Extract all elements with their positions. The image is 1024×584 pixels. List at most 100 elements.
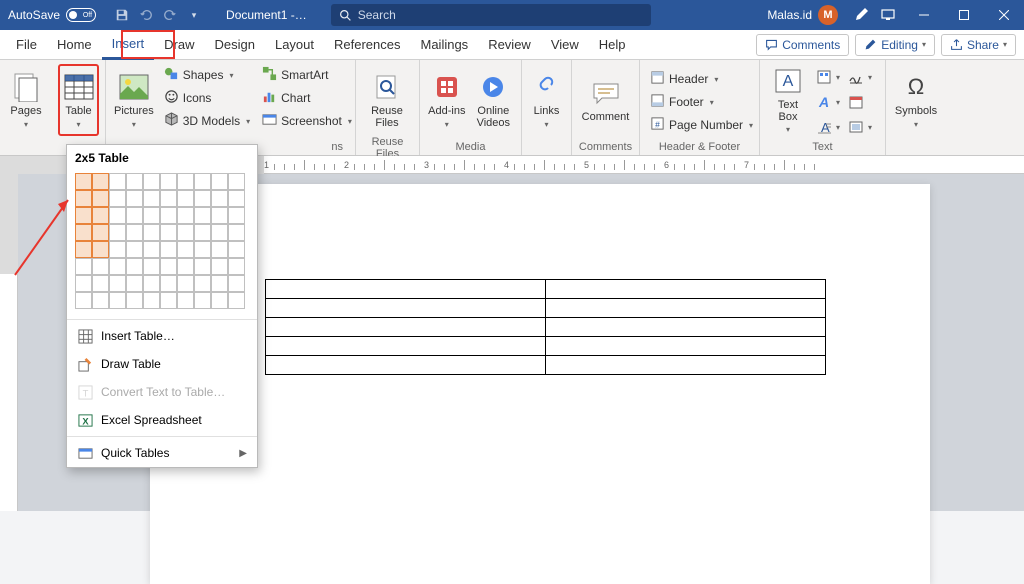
grid-cell[interactable] [143,224,160,241]
grid-cell[interactable] [160,173,177,190]
grid-cell[interactable] [194,275,211,292]
grid-cell[interactable] [75,173,92,190]
save-icon[interactable] [112,5,132,25]
tab-layout[interactable]: Layout [265,30,324,60]
table-button[interactable]: Table▾ [58,64,99,136]
grid-cell[interactable] [75,258,92,275]
grid-cell[interactable] [126,207,143,224]
grid-cell[interactable] [177,292,194,309]
grid-cell[interactable] [109,258,126,275]
tab-design[interactable]: Design [205,30,265,60]
grid-cell[interactable] [177,224,194,241]
grid-cell[interactable] [228,173,245,190]
text-box-button[interactable]: A Text Box▾ [766,64,810,136]
grid-cell[interactable] [211,292,228,309]
grid-cell[interactable] [228,275,245,292]
grid-cell[interactable] [194,224,211,241]
document-page[interactable] [150,184,930,584]
screenshot-button[interactable]: Screenshot▾ [258,110,356,132]
grid-cell[interactable] [211,258,228,275]
table-size-grid[interactable] [67,171,257,317]
grid-cell[interactable] [109,292,126,309]
grid-cell[interactable] [126,292,143,309]
grid-cell[interactable] [75,292,92,309]
grid-cell[interactable] [75,224,92,241]
grid-cell[interactable] [75,207,92,224]
grid-cell[interactable] [109,173,126,190]
tab-home[interactable]: Home [47,30,102,60]
grid-cell[interactable] [143,258,160,275]
grid-cell[interactable] [109,224,126,241]
grid-cell[interactable] [143,207,160,224]
table-row[interactable] [266,280,826,299]
grid-cell[interactable] [177,173,194,190]
maximize-button[interactable] [944,0,984,30]
excel-spreadsheet-menuitem[interactable]: XExcel Spreadsheet [67,406,257,434]
grid-cell[interactable] [177,258,194,275]
tab-file[interactable]: File [6,30,47,60]
redo-icon[interactable] [160,5,180,25]
grid-cell[interactable] [194,173,211,190]
grid-cell[interactable] [143,241,160,258]
comments-button[interactable]: Comments [756,34,849,56]
grid-cell[interactable] [126,241,143,258]
object-button[interactable]: ▾ [846,116,874,138]
grid-cell[interactable] [228,207,245,224]
drop-cap-button[interactable]: A▾ [814,116,842,138]
close-button[interactable] [984,0,1024,30]
online-videos-button[interactable]: Online Videos [472,64,515,136]
grid-cell[interactable] [228,190,245,207]
table-row[interactable] [266,356,826,375]
grid-cell[interactable] [211,207,228,224]
grid-cell[interactable] [160,207,177,224]
grid-cell[interactable] [160,241,177,258]
links-button[interactable]: Links▾ [528,64,565,136]
reuse-files-button[interactable]: Reuse Files [362,64,412,136]
grid-cell[interactable] [92,241,109,258]
grid-cell[interactable] [126,275,143,292]
grid-cell[interactable] [177,241,194,258]
grid-cell[interactable] [126,190,143,207]
insert-table-menuitem[interactable]: Insert Table… [67,322,257,350]
grid-cell[interactable] [75,241,92,258]
grid-cell[interactable] [177,275,194,292]
grid-cell[interactable] [126,173,143,190]
user-account[interactable]: Malas.id M [759,5,846,25]
tab-help[interactable]: Help [589,30,636,60]
smartart-button[interactable]: SmartArt [258,64,356,86]
grid-cell[interactable] [194,292,211,309]
grid-cell[interactable] [92,275,109,292]
comment-button[interactable]: Comment [578,64,633,136]
inserted-table[interactable] [265,279,826,375]
tab-insert[interactable]: Insert [102,30,155,60]
undo-icon[interactable] [136,5,156,25]
tab-mailings[interactable]: Mailings [411,30,479,60]
grid-cell[interactable] [109,275,126,292]
pages-button[interactable]: Pages▾ [6,64,46,136]
minimize-button[interactable] [904,0,944,30]
grid-cell[interactable] [194,258,211,275]
grid-cell[interactable] [75,275,92,292]
grid-cell[interactable] [75,190,92,207]
qat-dropdown-icon[interactable]: ▾ [184,5,204,25]
footer-button[interactable]: Footer▾ [646,91,757,113]
grid-cell[interactable] [109,241,126,258]
grid-cell[interactable] [143,292,160,309]
grid-cell[interactable] [160,292,177,309]
page-number-button[interactable]: #Page Number▾ [646,114,757,136]
grid-cell[interactable] [194,207,211,224]
grid-cell[interactable] [92,224,109,241]
grid-cell[interactable] [177,190,194,207]
grid-cell[interactable] [194,241,211,258]
grid-cell[interactable] [160,258,177,275]
grid-cell[interactable] [228,258,245,275]
tab-review[interactable]: Review [478,30,541,60]
grid-cell[interactable] [211,224,228,241]
autosave-toggle[interactable]: AutoSave Off [0,8,104,22]
draw-table-menuitem[interactable]: Draw Table [67,350,257,378]
grid-cell[interactable] [109,207,126,224]
document-title[interactable]: Document1 -… [212,8,321,22]
tab-view[interactable]: View [541,30,589,60]
grid-cell[interactable] [92,190,109,207]
sync-icon[interactable] [880,6,896,25]
